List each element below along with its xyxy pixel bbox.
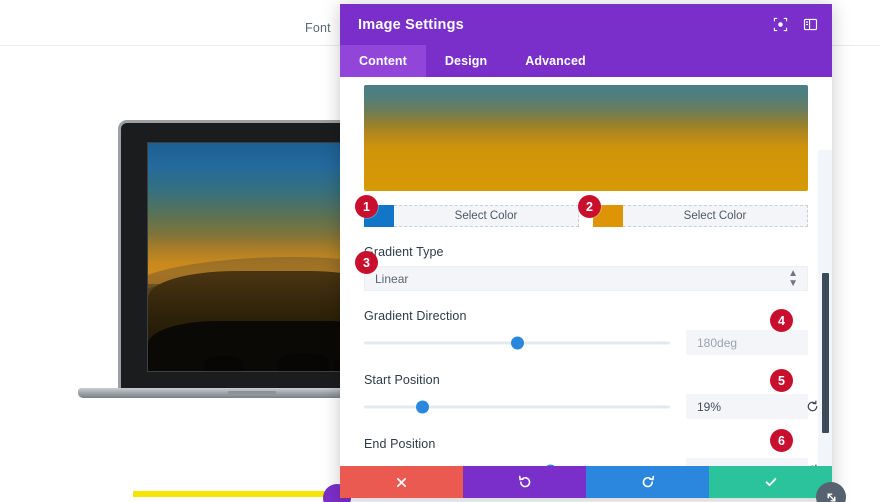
gradient-type-value: Linear — [375, 271, 409, 286]
cancel-button[interactable] — [340, 466, 463, 498]
gradient-type-label: Gradient Type — [364, 245, 444, 259]
step-badge-6: 6 — [770, 429, 793, 452]
modal-title: Image Settings — [358, 16, 464, 33]
gradient-color-2-group: Select Color — [593, 205, 808, 227]
font-label: Font — [305, 21, 331, 35]
start-position-label: Start Position — [364, 373, 440, 387]
start-position-slider[interactable] — [364, 398, 670, 416]
check-icon — [764, 475, 778, 489]
focus-target-icon[interactable] — [772, 17, 788, 33]
start-position-value: 19% — [697, 399, 722, 414]
tab-advanced[interactable]: Advanced — [506, 45, 605, 77]
modal-header-actions — [772, 17, 818, 33]
save-button[interactable] — [709, 466, 832, 498]
slider-thumb[interactable] — [415, 400, 429, 413]
panel-scrollbar-thumb[interactable] — [822, 273, 829, 433]
end-position-value: 61% — [697, 464, 721, 467]
image-settings-modal: Image Settings Content Design Advanced S… — [340, 4, 846, 502]
step-badge-5: 5 — [770, 369, 793, 392]
gradient-preview — [364, 85, 808, 191]
layout-panel-icon[interactable] — [802, 17, 818, 33]
close-icon — [395, 476, 408, 489]
slider-track — [364, 405, 670, 408]
end-position-label: End Position — [364, 437, 436, 451]
tab-content[interactable]: Content — [340, 45, 426, 77]
tree-icon — [203, 355, 244, 371]
end-position-slider[interactable] — [364, 462, 670, 466]
step-badge-2: 2 — [578, 195, 601, 218]
step-badge-4: 4 — [770, 309, 793, 332]
undo-button[interactable] — [463, 466, 586, 498]
gradient-type-select[interactable]: Linear ▲ ▼ — [364, 266, 808, 291]
gradient-direction-label: Gradient Direction — [364, 309, 467, 323]
redo-icon — [641, 475, 655, 489]
slider-thumb[interactable] — [544, 464, 558, 466]
laptop-notch — [228, 391, 276, 394]
gradient-color-1-select-button[interactable]: Select Color — [394, 205, 579, 227]
tab-design[interactable]: Design — [426, 45, 506, 77]
step-badge-3: 3 — [355, 251, 378, 274]
gradient-direction-value: 180deg — [697, 335, 738, 350]
gradient-direction-input[interactable]: 180deg — [686, 330, 808, 355]
gradient-color-1-group: Select Color — [364, 205, 579, 227]
step-badge-1: 1 — [355, 195, 378, 218]
start-position-input[interactable]: 19% — [686, 394, 818, 419]
chevron-updown-icon: ▲ ▼ — [788, 267, 798, 289]
undo-icon — [518, 475, 532, 489]
redo-button[interactable] — [586, 466, 709, 498]
modal-header: Image Settings — [340, 4, 832, 45]
screenshot-root: Font Image Settings Content Design Advan… — [0, 0, 880, 502]
gradient-direction-slider[interactable] — [364, 334, 670, 352]
tree-icon — [277, 353, 329, 371]
end-position-row: 61% — [364, 458, 817, 467]
end-position-input[interactable]: 61% — [686, 458, 817, 467]
modal-body: Select Color Select Color Gradient Type … — [340, 77, 832, 466]
modal-tabbar: Content Design Advanced — [340, 45, 832, 77]
gradient-color-2-select-button[interactable]: Select Color — [623, 205, 808, 227]
start-position-row: 19% — [364, 394, 818, 419]
gradient-direction-row: 180deg — [364, 330, 808, 355]
yellow-divider-bar — [133, 491, 351, 497]
slider-thumb[interactable] — [510, 336, 524, 349]
modal-footer — [340, 466, 832, 498]
